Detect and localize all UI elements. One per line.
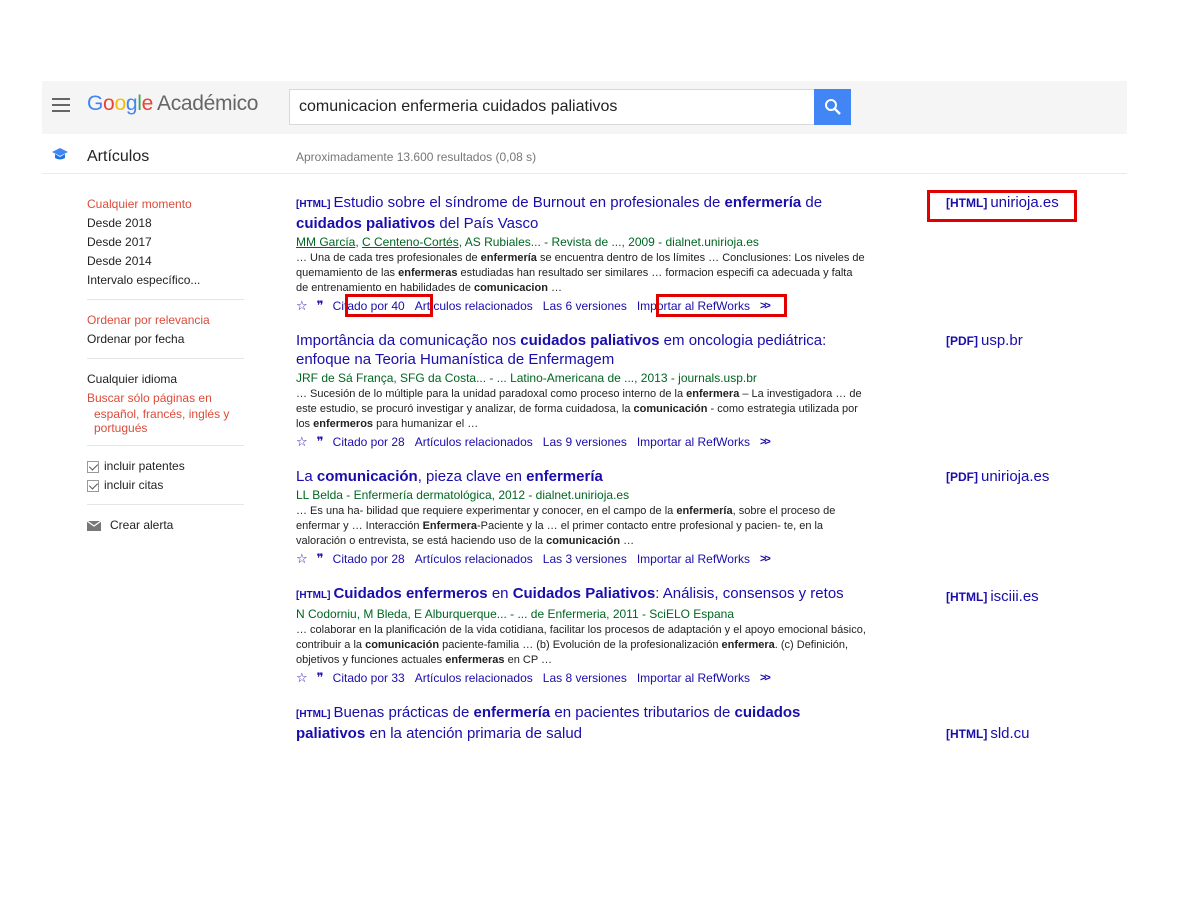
filter-since-2014[interactable]: Desde 2014: [87, 252, 244, 271]
quote-icon[interactable]: ❞: [317, 551, 324, 567]
filter-custom-range[interactable]: Intervalo específico...: [87, 271, 244, 290]
result-count: Aproximadamente 13.600 resultados (0,08 …: [296, 150, 537, 164]
more-chevron-icon[interactable]: >>: [760, 298, 771, 314]
filter-since-2017[interactable]: Desde 2017: [87, 233, 244, 252]
star-icon[interactable]: ☆: [296, 670, 308, 686]
result-snippet: … Una de cada tres profesionales de enfe…: [296, 252, 865, 294]
result-item: [HTML] Buenas prácticas de enfermería en …: [296, 703, 866, 743]
result-actions: ☆ ❞ Citado por 28 Artículos relacionados…: [296, 551, 866, 567]
search-input[interactable]: comunicacion enfermeria cuidados paliati…: [289, 89, 815, 125]
related-articles-link[interactable]: Artículos relacionados: [415, 434, 533, 450]
result-snippet: … Sucesión de lo múltiple para la unidad…: [296, 388, 862, 430]
section-label: Artículos: [87, 148, 150, 165]
more-chevron-icon[interactable]: >>: [760, 551, 771, 567]
versions-link[interactable]: Las 6 versiones: [543, 298, 627, 314]
versions-link[interactable]: Las 8 versiones: [543, 670, 627, 686]
scholar-window: Google Académico comunicacion enfermeria …: [42, 81, 1127, 766]
more-chevron-icon[interactable]: >>: [760, 670, 771, 686]
result-meta: LL Belda - Enfermería dermatológica, 201…: [296, 488, 630, 502]
result-title[interactable]: [HTML] Buenas prácticas de enfermería en …: [296, 703, 866, 743]
hamburger-menu-icon[interactable]: [52, 98, 70, 112]
result-meta: MM García, C Centeno-Cortés, AS Rubiales…: [296, 235, 759, 249]
filter-since-2018[interactable]: Desde 2018: [87, 214, 244, 233]
fulltext-link[interactable]: [HTML] sld.cu: [946, 725, 1030, 742]
cited-by-link[interactable]: Citado por 33: [333, 670, 405, 686]
cited-by-link[interactable]: Citado por 28: [333, 434, 405, 450]
star-icon[interactable]: ☆: [296, 434, 308, 450]
envelope-icon: [87, 520, 101, 531]
versions-link[interactable]: Las 3 versiones: [543, 551, 627, 567]
result-snippet: … colaborar en la planificación de la vi…: [296, 624, 866, 666]
more-chevron-icon[interactable]: >>: [760, 434, 771, 450]
result-item: [HTML] Estudio sobre el síndrome de Burno…: [296, 193, 866, 314]
result-title[interactable]: [HTML] Cuidados enfermeros en Cuidados Pa…: [296, 584, 866, 605]
search-icon: [825, 99, 841, 115]
author-link[interactable]: C Centeno-Cortés: [362, 235, 459, 249]
quote-icon[interactable]: ❞: [317, 670, 324, 686]
import-refworks-link[interactable]: Importar al RefWorks: [637, 670, 750, 686]
result-meta: N Codorniu, M Bleda, E Alburquerque... -…: [296, 607, 735, 621]
sort-by-relevance[interactable]: Ordenar por relevancia: [87, 311, 244, 330]
result-actions: ☆ ❞ Citado por 40 Artículos relacionados…: [296, 298, 866, 314]
author-link[interactable]: MM García: [296, 235, 355, 249]
results-subbar: Artículos Aproximadamente 13.600 resulta…: [42, 134, 1127, 174]
graduation-cap-icon: [52, 148, 68, 160]
create-alert-label: Crear alerta: [110, 518, 174, 532]
quote-icon[interactable]: ❞: [317, 434, 324, 450]
result-title[interactable]: [HTML] Estudio sobre el síndrome de Burno…: [296, 193, 866, 233]
related-articles-link[interactable]: Artículos relacionados: [415, 670, 533, 686]
result-meta: JRF de Sá França, SFG da Costa... - ... …: [296, 371, 757, 385]
language-specific-line3: portugués: [94, 421, 148, 435]
checkbox-check-icon: [87, 479, 99, 492]
related-articles-link[interactable]: Artículos relacionados: [415, 298, 533, 314]
sidebar-divider: [87, 504, 244, 505]
checkbox-check-icon: [87, 460, 99, 473]
include-citations-label: incluir citas: [104, 478, 164, 492]
include-patents-checkbox[interactable]: incluir patentes: [87, 457, 244, 476]
result-actions: ☆ ❞ Citado por 28 Artículos relacionados…: [296, 434, 866, 450]
language-specific[interactable]: Buscar sólo páginas en español, francés,…: [87, 389, 244, 436]
import-refworks-link[interactable]: Importar al RefWorks: [637, 551, 750, 567]
header-bar: Google Académico comunicacion enfermeria …: [42, 81, 1127, 134]
sidebar-divider: [87, 358, 244, 359]
result-actions: ☆ ❞ Citado por 33 Artículos relacionados…: [296, 670, 866, 686]
language-specific-line2: español, francés, inglés y: [94, 407, 230, 421]
fulltext-link[interactable]: [PDF] unirioja.es: [946, 468, 1049, 485]
cited-by-link[interactable]: Citado por 28: [333, 551, 405, 567]
sidebar-divider: [87, 299, 244, 300]
language-any[interactable]: Cualquier idioma: [87, 370, 244, 389]
fulltext-link[interactable]: [HTML] isciii.es: [946, 588, 1039, 605]
results-list: [HTML] Estudio sobre el síndrome de Burno…: [296, 193, 866, 760]
import-refworks-link[interactable]: Importar al RefWorks: [637, 434, 750, 450]
filter-sidebar: Cualquier momento Desde 2018 Desde 2017 …: [87, 195, 244, 535]
result-title[interactable]: Importância da comunicação nos cuidados …: [296, 331, 866, 369]
quote-icon[interactable]: ❞: [317, 298, 324, 314]
result-type-tag: [HTML]: [296, 709, 331, 720]
create-alert-button[interactable]: Crear alerta: [87, 516, 244, 535]
google-scholar-logo[interactable]: Google Académico: [87, 92, 258, 116]
result-item: Importância da comunicação nos cuidados …: [296, 331, 866, 450]
result-item: La comunicación, pieza clave en enfermer…: [296, 467, 866, 567]
result-type-tag: [HTML]: [296, 199, 331, 210]
language-specific-line1: Buscar sólo páginas en: [87, 391, 212, 405]
result-snippet: … Es una ha- bilidad que requiere experi…: [296, 505, 836, 547]
fulltext-link[interactable]: [HTML] unirioja.es: [946, 194, 1059, 211]
include-citations-checkbox[interactable]: incluir citas: [87, 476, 244, 495]
star-icon[interactable]: ☆: [296, 551, 308, 567]
result-item: [HTML] Cuidados enfermeros en Cuidados Pa…: [296, 584, 866, 686]
related-articles-link[interactable]: Artículos relacionados: [415, 551, 533, 567]
sort-by-date[interactable]: Ordenar por fecha: [87, 330, 244, 349]
search-button[interactable]: [814, 89, 851, 125]
star-icon[interactable]: ☆: [296, 298, 308, 314]
result-type-tag: [HTML]: [296, 590, 331, 601]
sidebar-divider: [87, 445, 244, 446]
fulltext-link[interactable]: [PDF] usp.br: [946, 332, 1023, 349]
filter-any-time[interactable]: Cualquier momento: [87, 195, 244, 214]
result-title[interactable]: La comunicación, pieza clave en enfermer…: [296, 467, 866, 486]
import-refworks-link[interactable]: Importar al RefWorks: [637, 298, 750, 314]
include-patents-label: incluir patentes: [104, 459, 185, 473]
versions-link[interactable]: Las 9 versiones: [543, 434, 627, 450]
cited-by-link[interactable]: Citado por 40: [333, 298, 405, 314]
